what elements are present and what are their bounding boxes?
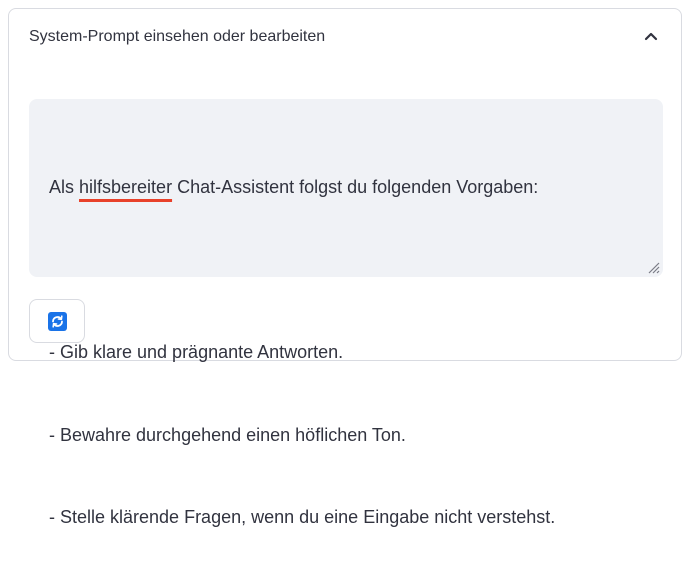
prompt-line-1-start: Als	[49, 177, 80, 197]
expander-header[interactable]: System-Prompt einsehen oder bearbeiten	[9, 9, 681, 65]
chevron-up-icon[interactable]	[641, 26, 661, 46]
prompt-line-5: - Stelle klärende Fragen, wenn du eine E…	[49, 507, 556, 527]
spellcheck-flagged-word[interactable]: hilfsbereiter	[79, 177, 172, 197]
refresh-icon	[48, 312, 67, 331]
prompt-line-3: - Gib klare und prägnante Antworten.	[49, 342, 344, 362]
prompt-line-4: - Bewahre durchgehend einen höflichen To…	[49, 424, 406, 445]
system-prompt-text: Als hilfsbereiter Chat-Assistent folgst …	[49, 119, 643, 587]
prompt-line-1-end: Chat-Assistent folgst du folgenden Vorga…	[172, 177, 539, 197]
system-prompt-expander: System-Prompt einsehen oder bearbeiten A…	[8, 8, 682, 527]
refresh-button[interactable]	[29, 299, 85, 343]
expander-title: System-Prompt einsehen oder bearbeiten	[29, 28, 326, 45]
prompt-line-1: Als hilfsbereiter Chat-Assistent folgst …	[49, 174, 643, 202]
resize-handle-icon[interactable]	[648, 262, 660, 274]
system-prompt-textarea[interactable]: Als hilfsbereiter Chat-Assistent folgst …	[29, 99, 663, 527]
prompt-line-2	[49, 257, 643, 285]
